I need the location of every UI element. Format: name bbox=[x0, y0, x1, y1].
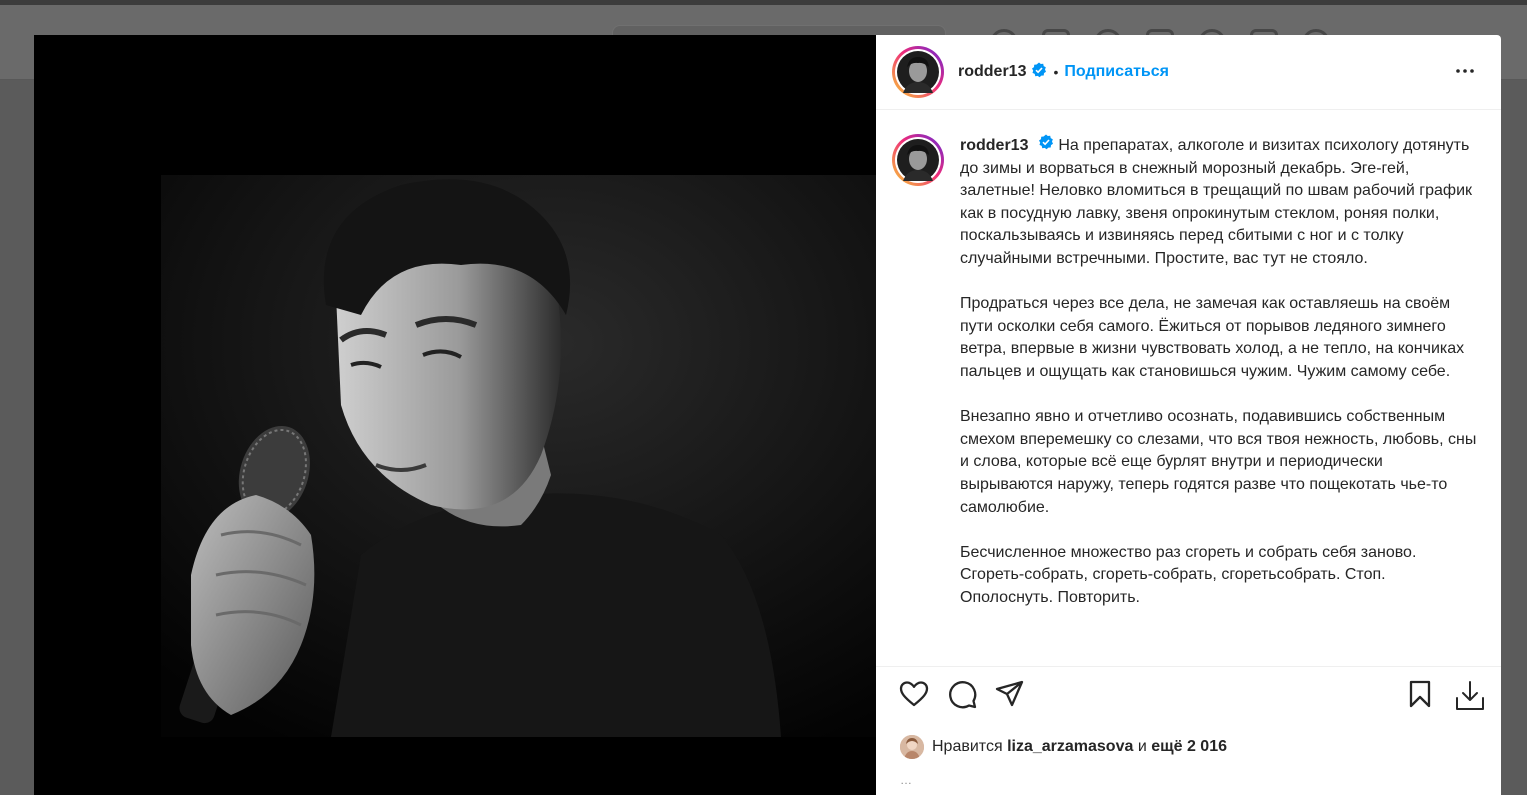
author-username[interactable]: rodder13 bbox=[958, 63, 1026, 81]
comment-icon[interactable] bbox=[946, 678, 978, 715]
post-media[interactable] bbox=[34, 35, 876, 795]
download-icon[interactable] bbox=[1452, 678, 1488, 719]
caption: rodder13 На препаратах, алкоголе и визит… bbox=[892, 134, 1480, 610]
post-modal: rodder13 • Подписаться rodder13 На препа… bbox=[34, 35, 1501, 795]
verified-badge-icon bbox=[1038, 134, 1054, 158]
header-separator: • bbox=[1053, 64, 1059, 80]
caption-avatar[interactable] bbox=[892, 134, 944, 186]
author-avatar[interactable] bbox=[892, 46, 944, 98]
caption-paragraph-2: Продраться через все дела, не замечая ка… bbox=[960, 295, 1469, 380]
post-header: rodder13 • Подписаться bbox=[876, 35, 1501, 110]
likes-more-link[interactable]: ещё 2 016 bbox=[1151, 738, 1227, 756]
share-icon[interactable] bbox=[994, 678, 1026, 715]
liker-avatar[interactable] bbox=[900, 735, 924, 759]
caption-username[interactable]: rodder13 bbox=[960, 137, 1028, 154]
caption-paragraph-3: Внезапно явно и отчетливо осознать, пода… bbox=[960, 408, 1481, 516]
caption-area[interactable]: rodder13 На препаратах, алкоголе и визит… bbox=[876, 110, 1501, 667]
post-photo bbox=[161, 175, 876, 737]
likes-prefix: Нравится bbox=[932, 738, 1003, 755]
bookmark-icon[interactable] bbox=[1404, 678, 1436, 715]
follow-button[interactable]: Подписаться bbox=[1064, 63, 1169, 81]
heart-icon[interactable] bbox=[898, 678, 930, 715]
action-bar bbox=[876, 678, 1501, 724]
more-options-icon[interactable] bbox=[1455, 61, 1475, 86]
caption-paragraph-4: Бесчисленное множество раз сгореть и соб… bbox=[960, 543, 1421, 606]
post-time: … bbox=[900, 773, 913, 787]
likes-user-link[interactable]: liza_arzamasova bbox=[1007, 738, 1133, 756]
verified-badge-icon bbox=[1031, 62, 1047, 83]
post-side-panel: rodder13 • Подписаться rodder13 На препа… bbox=[876, 35, 1501, 795]
caption-text: rodder13 На препаратах, алкоголе и визит… bbox=[960, 134, 1480, 610]
likes-summary: Нравится liza_arzamasova и ещё 2 016 bbox=[900, 735, 1227, 759]
likes-and: и bbox=[1137, 738, 1147, 755]
